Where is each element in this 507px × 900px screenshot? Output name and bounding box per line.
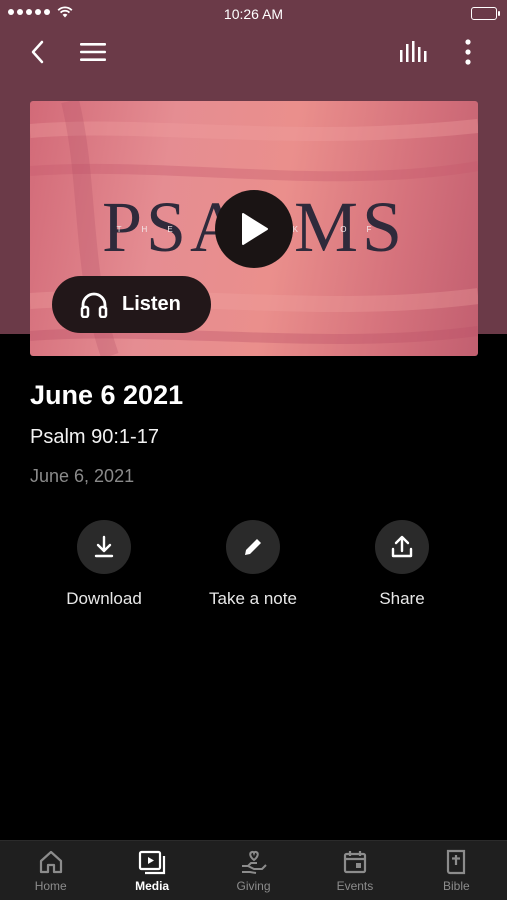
share-button[interactable]: Share: [327, 520, 477, 609]
share-label: Share: [379, 589, 425, 608]
equalizer-icon: [400, 41, 427, 62]
take-note-label: Take a note: [209, 589, 297, 608]
pencil-icon: [245, 539, 261, 555]
share-icon: [391, 535, 413, 558]
listen-label: Listen: [122, 293, 181, 315]
headphones-icon: [80, 292, 108, 318]
play-icon: [242, 213, 268, 245]
tab-home[interactable]: Home: [0, 841, 101, 900]
more-options-button[interactable]: [452, 36, 484, 68]
tab-giving[interactable]: Giving: [203, 841, 304, 900]
tab-home-label: Home: [34, 879, 67, 893]
chevron-left-icon: [31, 40, 44, 64]
share-circle[interactable]: [375, 520, 429, 574]
tab-events[interactable]: Events: [304, 841, 405, 900]
tab-bible-label: Bible: [442, 879, 470, 893]
more-vertical-icon: [465, 39, 471, 65]
download-circle[interactable]: [77, 520, 131, 574]
media-icon: [139, 850, 166, 875]
menu-button[interactable]: [77, 36, 109, 68]
home-icon: [39, 850, 62, 874]
hamburger-icon: [80, 43, 106, 61]
top-nav-bar: [0, 28, 507, 76]
download-button[interactable]: Download: [29, 520, 179, 609]
sermon-date: June 6, 2021: [30, 466, 135, 486]
back-button[interactable]: [22, 36, 54, 68]
battery-icon: [471, 7, 500, 20]
status-bar: 10:26 AM: [0, 0, 507, 28]
tab-events-label: Events: [336, 879, 374, 893]
giving-icon: [241, 850, 267, 874]
bottom-tab-bar: Home Media Giving Events Bible: [0, 840, 507, 900]
tab-media-label: Media: [135, 879, 170, 893]
calendar-icon: [343, 851, 367, 874]
sermon-artwork: PSALMS THE BOOK OF Listen: [30, 101, 478, 356]
status-time: 10:26 AM: [223, 6, 284, 22]
bible-icon: [447, 849, 466, 875]
tab-giving-label: Giving: [236, 879, 271, 893]
tab-media[interactable]: Media: [101, 841, 202, 900]
take-note-circle[interactable]: [226, 520, 280, 574]
play-button[interactable]: [215, 190, 293, 268]
listen-button[interactable]: Listen: [52, 276, 211, 333]
tab-bible[interactable]: Bible: [406, 841, 507, 900]
sermon-passage: Psalm 90:1-17: [30, 426, 159, 448]
download-label: Download: [66, 589, 142, 608]
download-icon: [94, 535, 114, 558]
take-note-button[interactable]: Take a note: [178, 520, 328, 609]
sermon-title: June 6 2021: [30, 380, 184, 410]
audio-button[interactable]: [398, 36, 430, 68]
